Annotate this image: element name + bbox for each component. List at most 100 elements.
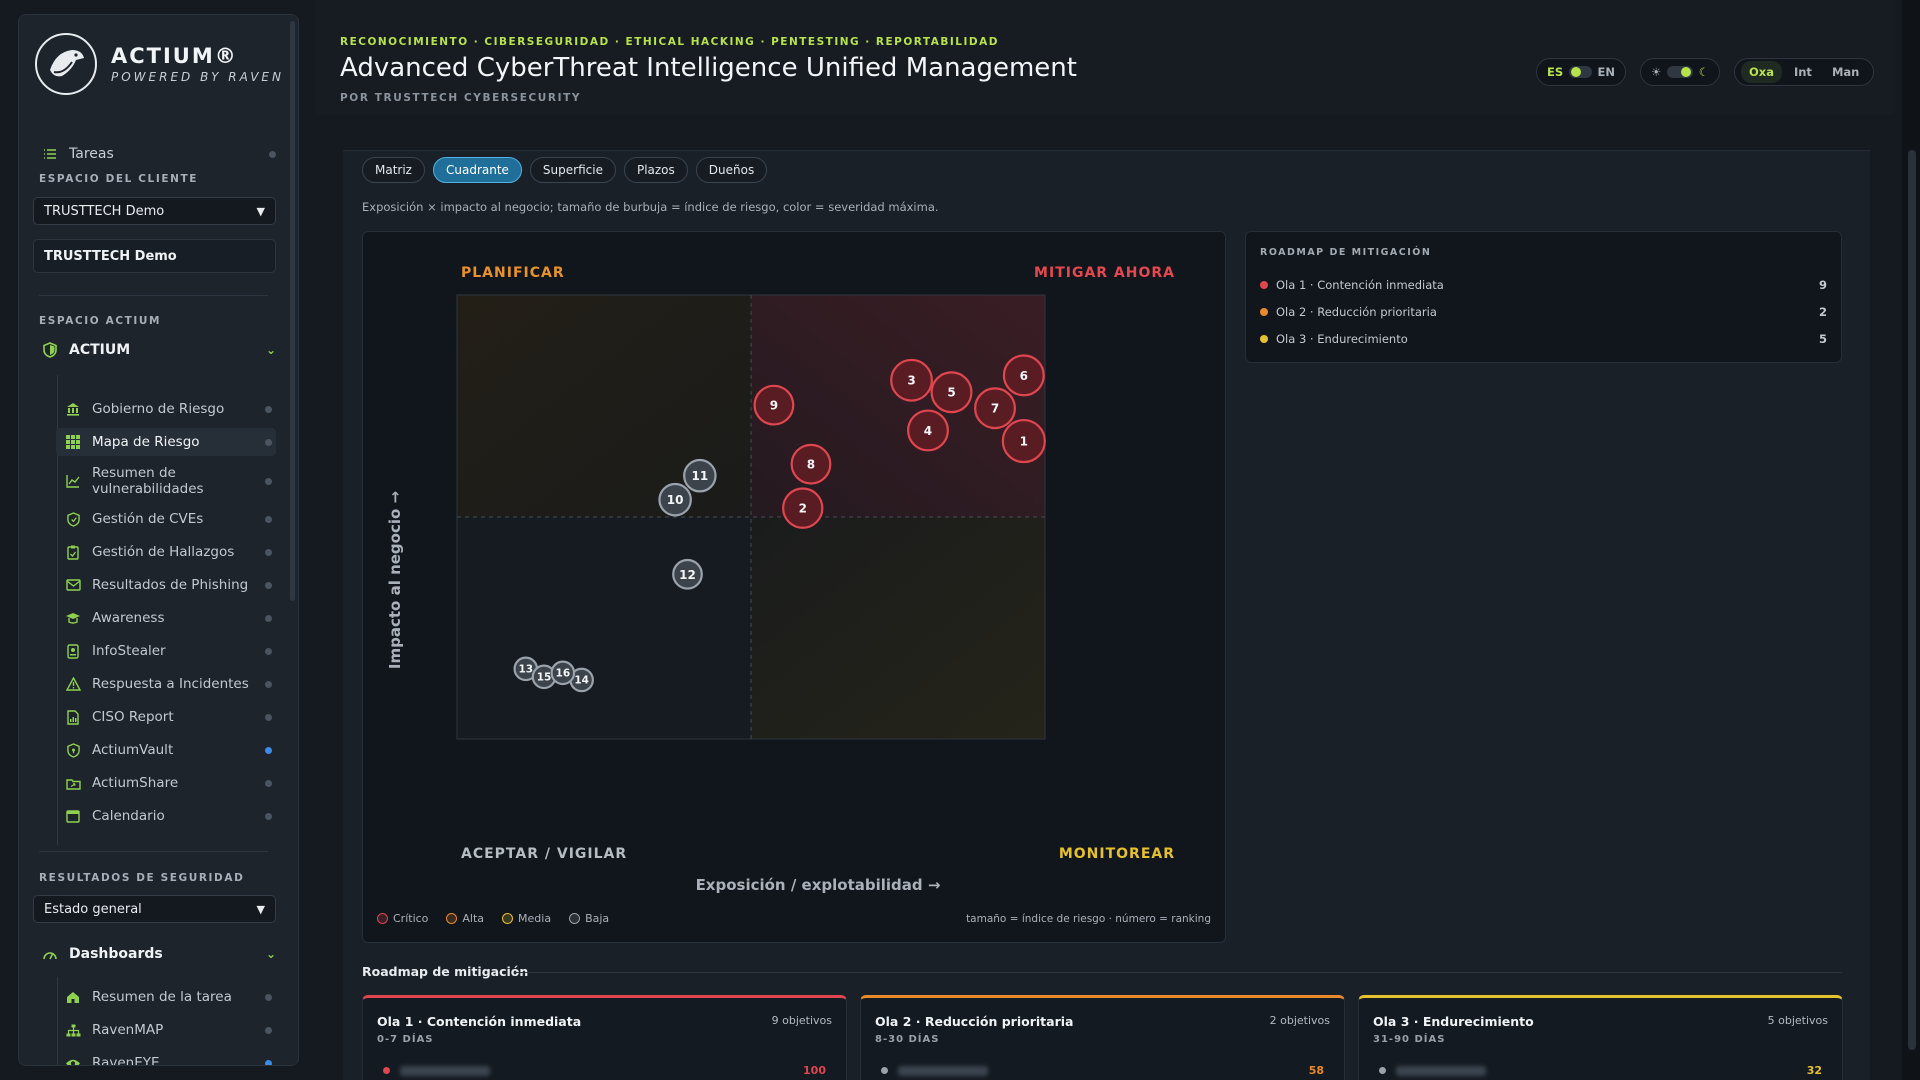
risk-bubble-8[interactable]: 8 (790, 443, 832, 485)
wave-score: 32 (1806, 1064, 1822, 1077)
sidebar-item-label: CISO Report (92, 709, 174, 725)
roadmap-summary-item[interactable]: Ola 2 · Reducción prioritaria 2 (1260, 305, 1827, 319)
sidebar-item-label: Resultados de Phishing (92, 577, 249, 593)
sidebar-item-gesti-n-de-cves[interactable]: Gestión de CVEs (56, 505, 276, 533)
tab-duenos[interactable]: Dueños (695, 157, 768, 183)
risk-bubble-16[interactable]: 16 (550, 660, 576, 686)
wave-target-row[interactable]: 58 (881, 1064, 1324, 1077)
risk-bubble-5[interactable]: 5 (930, 371, 973, 414)
sidebar-item-awareness[interactable]: Awareness (56, 604, 276, 632)
sidebar-item-tasks[interactable]: Tareas (41, 145, 276, 163)
raven-logo-icon (35, 33, 97, 95)
sidebar-item-actiumshare[interactable]: ActiumShare (56, 769, 276, 797)
tab-plazos[interactable]: Plazos (623, 157, 688, 183)
roadmap-wave-card[interactable]: Ola 3 · Endurecimiento 31-90 DÍAS 5 objeti… (1358, 995, 1843, 1080)
client-select[interactable]: TRUSTTECH Demo ▼ (33, 197, 276, 225)
risk-bubble-7[interactable]: 7 (974, 387, 1017, 430)
badge-icon (64, 642, 82, 660)
mail-icon (64, 576, 82, 594)
sidebar-item-gobierno-de-riesgo[interactable]: Gobierno de Riesgo (56, 395, 276, 423)
sidebar-item-calendario[interactable]: Calendario (56, 802, 276, 830)
language-toggle[interactable]: ES EN (1536, 58, 1626, 86)
status-dot (265, 405, 272, 413)
sidebar-group-actium[interactable]: ACTIUM ⌄ (41, 341, 276, 359)
risk-bubble-9[interactable]: 9 (753, 384, 795, 426)
lang-en-label: EN (1597, 65, 1615, 79)
risk-bubble-4[interactable]: 4 (907, 409, 949, 452)
quadrant-label-monitorear: MONITOREAR (1059, 846, 1175, 862)
sidebar-item-infostealer[interactable]: InfoStealer (56, 637, 276, 665)
shield-icon (64, 510, 82, 528)
list-icon (41, 145, 59, 163)
sidebar-item-label: RavenMAP (92, 1022, 164, 1038)
mode-int[interactable]: Int (1786, 61, 1820, 83)
quadrant-chart: 13 14 15 16 12 10 11 8 9 2 4 5 6 7 3 1 PLANIFICAR MITIG… (386, 265, 1175, 894)
status-dot (265, 1026, 272, 1034)
risk-bubble-rank: 8 (807, 458, 815, 472)
sidebar-item-resultados-de-phishing[interactable]: Resultados de Phishing (56, 571, 276, 599)
wave-days: 0-7 DÍAS (377, 1034, 434, 1045)
lang-switch[interactable] (1569, 66, 1592, 78)
roadmap-summary-count: 5 (1818, 332, 1827, 346)
sidebar-item-ciso-report[interactable]: CISO Report (56, 703, 276, 731)
lang-es-label: ES (1547, 65, 1564, 79)
risk-bubble-1[interactable]: 1 (1001, 418, 1046, 464)
sidebar: ACTIUM® POWERED BY RAVEN Tareas ESPACIO … (18, 14, 299, 1066)
legend-label: Baja (585, 912, 610, 925)
report-icon (64, 708, 82, 726)
target-dot (881, 1067, 888, 1074)
sidebar-group-dashboards[interactable]: Dashboards ⌄ (41, 945, 276, 963)
risk-bubble-rank: 9 (770, 399, 778, 413)
roadmap-wave-card[interactable]: Ola 2 · Reducción prioritaria 8-30 DÍAS 2 … (860, 995, 1345, 1080)
roadmap-summary-item[interactable]: Ola 3 · Endurecimiento 5 (1260, 332, 1827, 346)
sidebar-item-label: ActiumShare (92, 775, 179, 791)
page-scrollbar[interactable] (1902, 0, 1920, 1080)
sidebar-item-actiumvault[interactable]: ActiumVault (56, 736, 276, 764)
sidebar-item-respuesta-a-incidentes[interactable]: Respuesta a Incidentes (56, 670, 276, 698)
chart-note: tamaño = índice de riesgo · número = ran… (966, 913, 1211, 925)
brand[interactable]: ACTIUM® POWERED BY RAVEN (35, 33, 284, 95)
sidebar-item-gesti-n-de-hallazgos[interactable]: Gestión de Hallazgos (56, 538, 276, 566)
sidebar-item-resumen-de-vulnerabilidades[interactable]: Resumen de vulnerabilidades (56, 461, 276, 501)
risk-bubble-12[interactable]: 12 (672, 558, 703, 590)
target-dot (1379, 1067, 1386, 1074)
roadmap-wave-card[interactable]: Ola 1 · Contención inmediata 0-7 DÍAS 9 ob… (362, 995, 847, 1080)
roadmap-summary-item[interactable]: Ola 1 · Contención inmediata 9 (1260, 278, 1827, 292)
clipboard-icon (64, 543, 82, 561)
sidebar-item-mapa-de-riesgo[interactable]: Mapa de Riesgo (56, 428, 276, 456)
tab-superficie[interactable]: Superficie (529, 157, 616, 183)
risk-bubble-rank: 14 (574, 674, 589, 686)
wave-target-row[interactable]: 32 (1379, 1064, 1822, 1077)
risk-bubble-10[interactable]: 10 (658, 482, 692, 517)
wave-target-row[interactable]: 100 (383, 1064, 826, 1077)
theme-switch[interactable] (1667, 66, 1693, 78)
tab-matriz[interactable]: Matriz (362, 157, 425, 183)
security-section-heading: RESULTADOS DE SEGURIDAD (39, 872, 245, 884)
risk-bubble-2[interactable]: 2 (782, 487, 824, 529)
risk-bubble-3[interactable]: 3 (890, 358, 933, 402)
security-select[interactable]: Estado general ▼ (33, 895, 276, 923)
sidebar-item-resumen-de-la-tarea[interactable]: Resumen de la tarea (56, 983, 276, 1011)
status-dot (265, 581, 272, 589)
legend-swatch (502, 913, 514, 924)
theme-toggle[interactable]: ☀ ☾ (1640, 58, 1720, 86)
mode-oxa[interactable]: Oxa (1741, 61, 1782, 83)
sidebar-item-ravenmap[interactable]: RavenMAP (56, 1016, 276, 1044)
sidebar-item-raveneye[interactable]: RavenEYE (56, 1049, 276, 1065)
risk-bubble-11[interactable]: 11 (683, 458, 717, 493)
chart-description: Exposición × impacto al negocio; tamaño … (362, 200, 939, 214)
tab-cuadrante[interactable]: Cuadrante (432, 157, 522, 183)
actium-section-heading: ESPACIO ACTIUM (39, 315, 162, 327)
roadmap-summary-title: ROADMAP DE MITIGACIÓN (1260, 247, 1432, 258)
roadmap-summary-label: Ola 1 · Contención inmediata (1276, 278, 1444, 292)
status-dot (265, 477, 272, 485)
sidebar-item-label: Mapa de Riesgo (92, 434, 200, 450)
risk-bubble-rank: 5 (947, 386, 955, 400)
status-dot (265, 812, 272, 820)
sidebar-scrollbar[interactable] (290, 21, 295, 601)
risk-bubble-6[interactable]: 6 (1002, 354, 1045, 397)
eye-icon (64, 1054, 82, 1065)
status-dot (265, 993, 272, 1001)
mode-man[interactable]: Man (1824, 61, 1867, 83)
scrollbar-thumb[interactable] (1908, 150, 1916, 1050)
